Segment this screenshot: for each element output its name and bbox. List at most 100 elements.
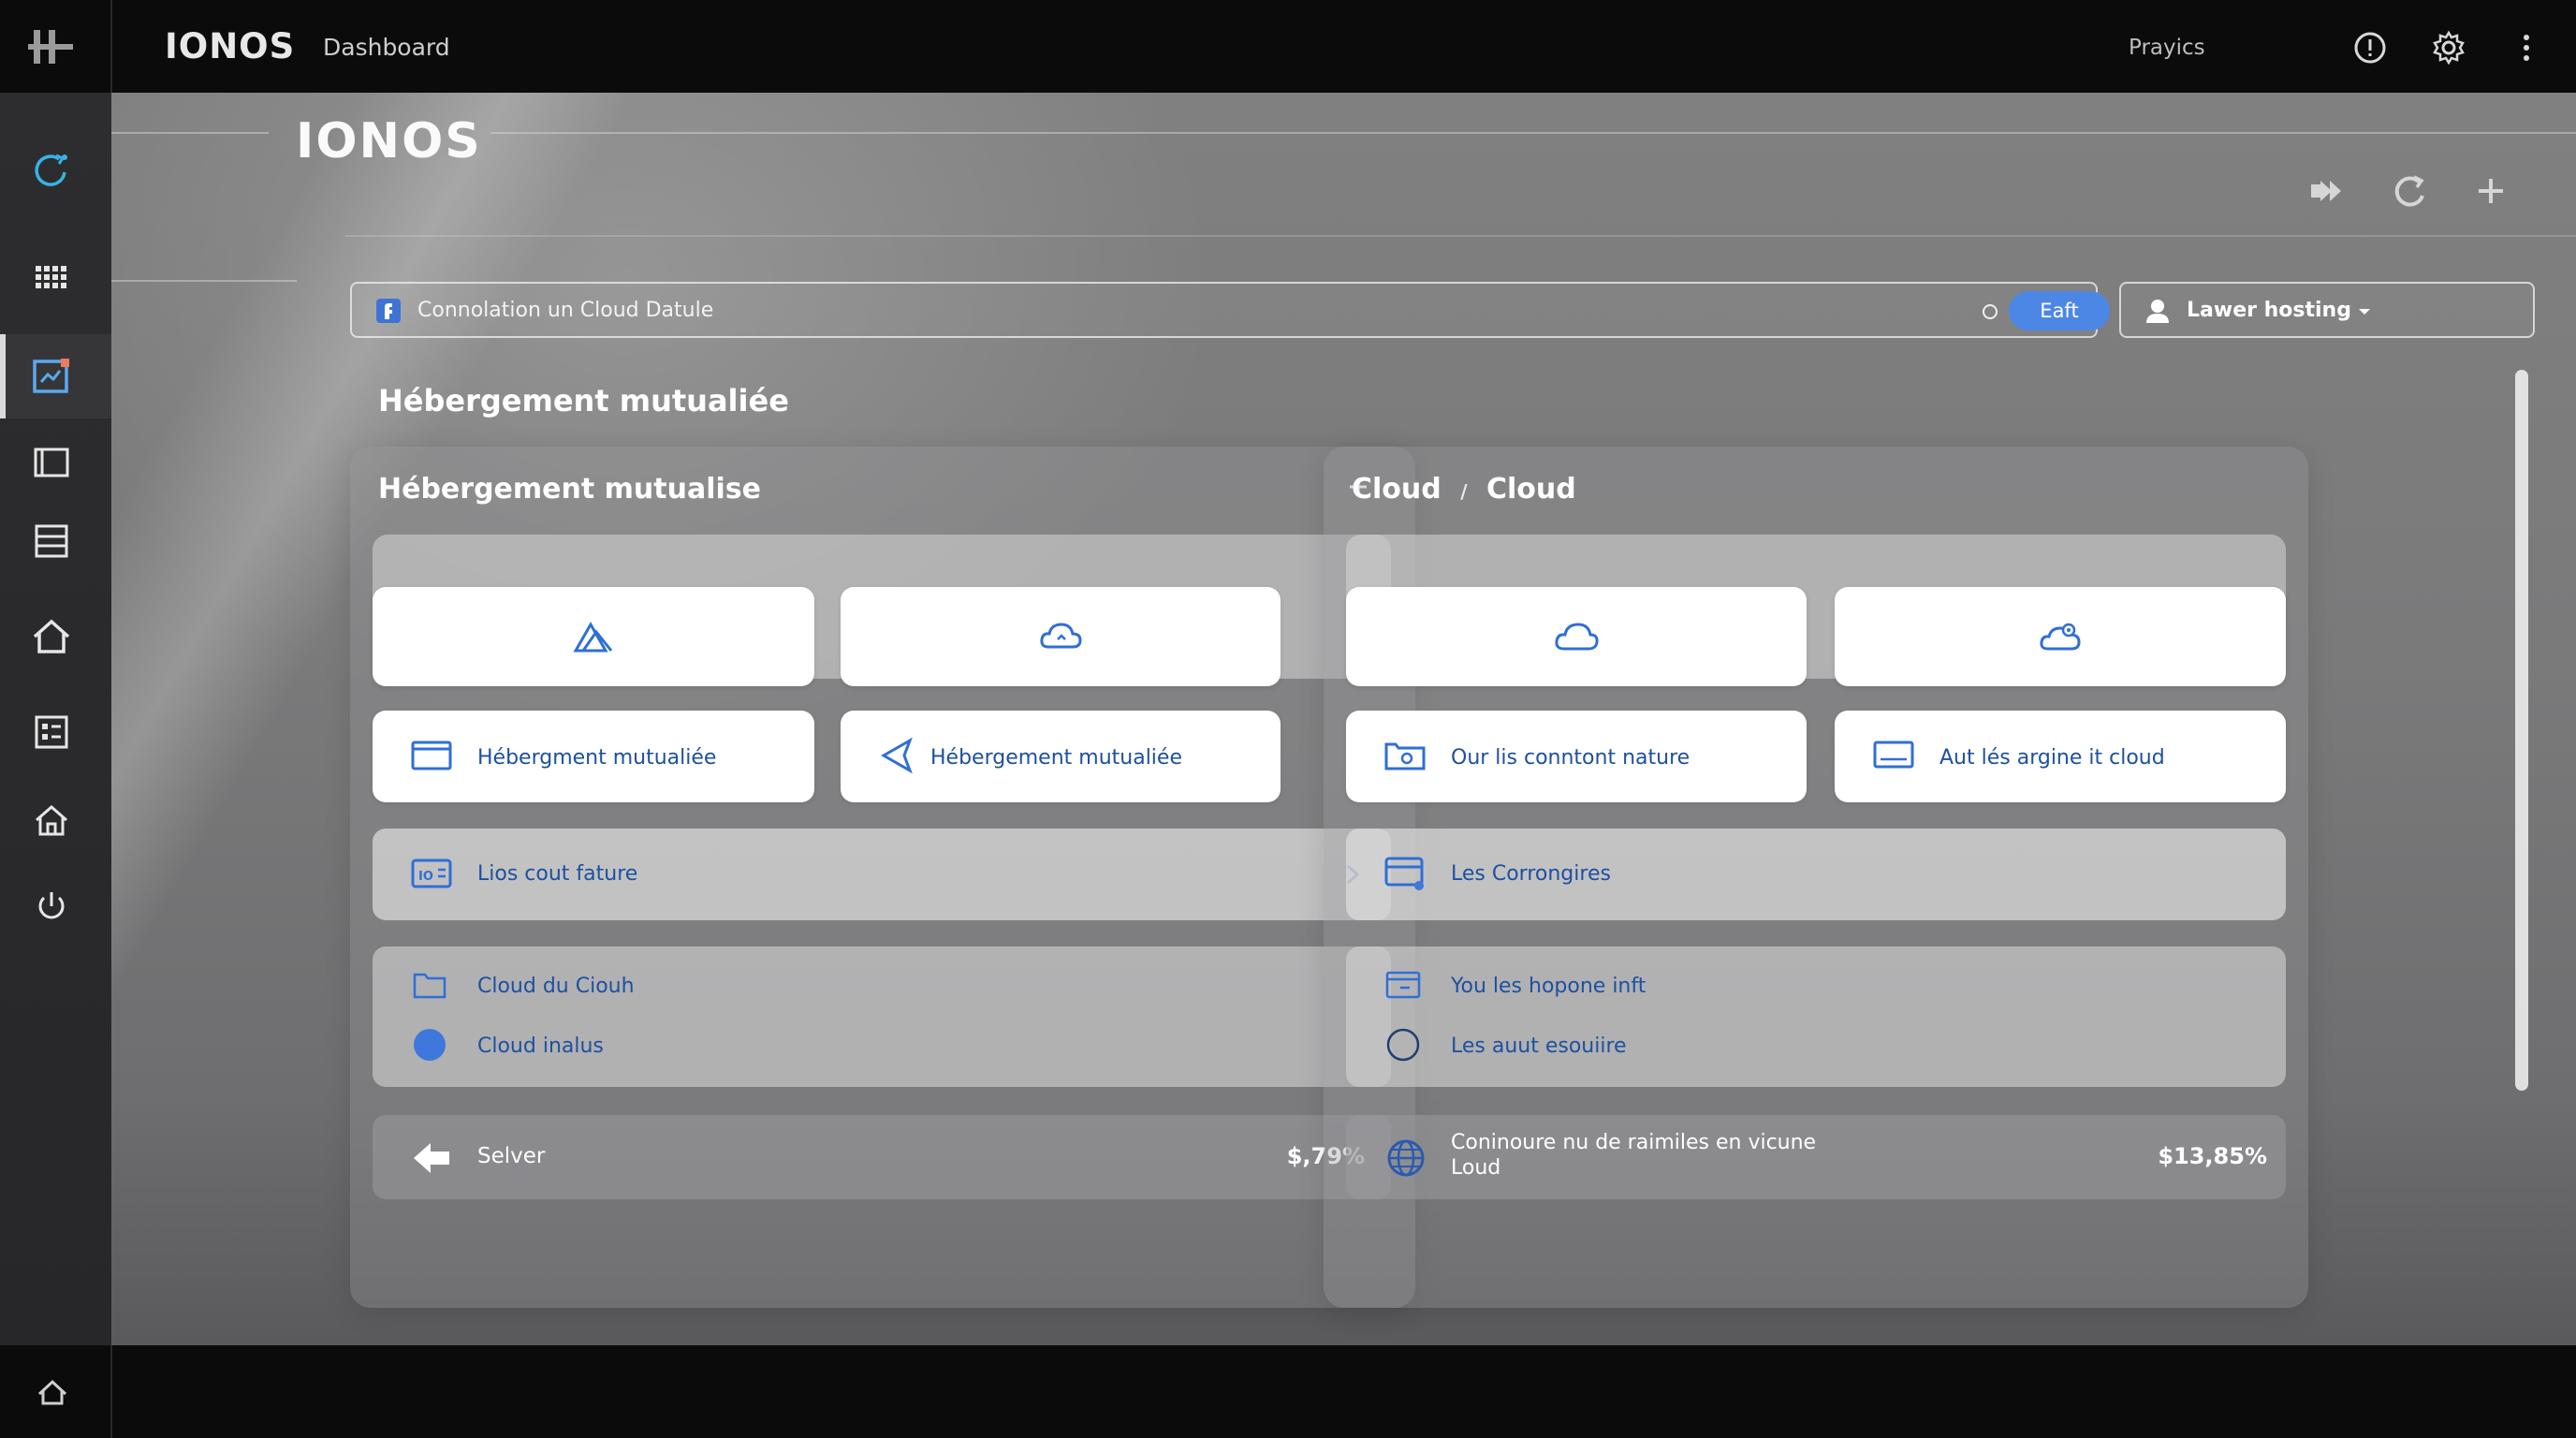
- dropdown-selected-value: Lawer hosting: [2187, 299, 2351, 322]
- arrow-left-icon: [414, 1143, 449, 1173]
- left-footer-row[interactable]: Selver $,79%: [373, 1115, 1391, 1199]
- top-brand: IONOS: [165, 26, 296, 66]
- left-list-item-1[interactable]: Cloud du Ciouh: [477, 975, 635, 998]
- right-row-card-2-label: Aut lés argine it cloud: [1939, 746, 2165, 770]
- left-list-box: Cloud du Ciouh Cloud inalus: [373, 946, 1391, 1087]
- sidebar-item-hosting[interactable]: [22, 347, 80, 405]
- header-rule-right: [490, 132, 2576, 134]
- panel-title-right-b[interactable]: Cloud: [1486, 473, 1576, 506]
- hosting-panel-icon: [33, 359, 69, 393]
- cloud-icon: [1555, 623, 1599, 651]
- right-list-item-2[interactable]: Les auut esouiire: [1451, 1034, 1627, 1058]
- main-content: IONOS Connolation un Cloud Datule Eaft L…: [111, 93, 2576, 1345]
- user-name[interactable]: Prayics: [2129, 36, 2205, 60]
- sidebar-item-sync[interactable]: [22, 141, 80, 199]
- mountain-icon: [573, 621, 613, 653]
- home-icon: [33, 619, 70, 653]
- sidebar-item-power[interactable]: [22, 877, 80, 935]
- left-wide-row-label: Lios cout fature: [477, 862, 638, 886]
- topbar-divider: [110, 0, 112, 93]
- home-icon[interactable]: [34, 1373, 71, 1411]
- more-vertical-icon[interactable]: [2509, 30, 2544, 66]
- power-icon: [38, 892, 65, 919]
- hosting-dropdown[interactable]: Lawer hosting: [2119, 282, 2535, 338]
- tile-cloud-left[interactable]: [841, 587, 1281, 686]
- user-icon: [2146, 300, 2169, 323]
- chevron-down-icon: [2359, 309, 2370, 315]
- header-rule-left: [111, 132, 269, 134]
- report-icon: [35, 715, 68, 749]
- subheader-rule-left: [111, 280, 297, 282]
- panel-shared-hosting: Hébergement mutualise Hébergment mutuali…: [350, 447, 1415, 1308]
- right-wide-row[interactable]: Les Corrongires: [1346, 829, 2286, 920]
- empty-circle-icon: [1386, 1028, 1420, 1062]
- left-row-card-1[interactable]: Hébergment mutualiée: [373, 711, 814, 802]
- section-title: Hébergement mutualiée: [378, 383, 789, 418]
- breadcrumb-dashboard[interactable]: Dashboard: [323, 34, 450, 61]
- top-bar: IONOS Dashboard Prayics: [0, 0, 2576, 93]
- bottombar-divider: [110, 1345, 112, 1438]
- refresh-icon[interactable]: [2390, 171, 2429, 211]
- status-dot-icon: [1983, 304, 1998, 319]
- film-icon: [34, 448, 69, 477]
- bookmark-square-icon: [376, 299, 401, 323]
- sidebar-item-apps[interactable]: [22, 250, 80, 308]
- right-footer-label-line-2: Loud: [1451, 1156, 1501, 1180]
- sidebar-item-home[interactable]: [22, 608, 80, 666]
- left-footer-label: Selver: [477, 1144, 546, 1168]
- house-icon: [36, 805, 67, 836]
- panel-title-right-a[interactable]: Cloud: [1352, 473, 1442, 506]
- right-list-box: You les hopone inft Les auut esouiire: [1346, 946, 2286, 1087]
- right-footer-row[interactable]: Coninoure nu de raimiles en vicune Loud …: [1346, 1115, 2286, 1199]
- filled-circle-icon: [414, 1029, 446, 1061]
- right-wide-row-label: Les Corrongires: [1451, 862, 1611, 886]
- tile-mountain[interactable]: [373, 587, 814, 686]
- search-input[interactable]: Connolation un Cloud Datule: [417, 299, 713, 322]
- cloud-sync-icon: [35, 154, 67, 186]
- right-footer-label: Coninoure nu de raimiles en vicune Loud: [1451, 1130, 1816, 1181]
- bottom-bar: [0, 1345, 2576, 1438]
- grid-icon: [36, 266, 66, 288]
- right-list-item-1[interactable]: You les hopone inft: [1451, 975, 1646, 998]
- panel-title-separator: /: [1460, 480, 1468, 503]
- vertical-scrollbar[interactable]: [2515, 370, 2528, 1091]
- panel-title-left: Hébergement mutualise: [378, 473, 761, 506]
- left-row-card-2[interactable]: Hébergement mutualiée: [841, 711, 1281, 802]
- tile-cloud-right-2[interactable]: [1835, 587, 2286, 686]
- sidebar-item-media[interactable]: [22, 433, 80, 492]
- cloud-icon: [1040, 623, 1082, 649]
- sidebar-item-reports[interactable]: [22, 703, 80, 761]
- tile-cloud-right-1[interactable]: [1346, 587, 1807, 686]
- card-badge-icon: [1384, 857, 1424, 890]
- right-row-card-1[interactable]: Our lis conntont nature: [1346, 711, 1807, 802]
- page-brand: IONOS: [296, 113, 482, 169]
- sidebar-active-indicator: [0, 334, 6, 418]
- card-reader-icon: [1385, 971, 1421, 999]
- right-row-card-2[interactable]: Aut lés argine it cloud: [1835, 711, 2286, 802]
- left-list-item-2[interactable]: Cloud inalus: [477, 1034, 604, 1058]
- panel-title-right: Cloud / Cloud: [1352, 473, 1576, 506]
- right-footer-label-line-1: Coninoure nu de raimiles en vicune: [1451, 1131, 1817, 1154]
- sidebar: [0, 93, 113, 1345]
- search-bar[interactable]: Connolation un Cloud Datule Eaft: [350, 282, 2110, 338]
- subheader-rule: [345, 235, 2576, 237]
- list-icon: [35, 524, 68, 558]
- panel-cloud: Cloud / Cloud Our lis conntont nature Au…: [1324, 447, 2308, 1308]
- left-row-card-1-label: Hébergment mutualiée: [477, 746, 717, 770]
- window-icon: [411, 741, 452, 770]
- gear-icon[interactable]: [2431, 30, 2466, 66]
- svg-text:IO: IO: [418, 870, 433, 884]
- sidebar-item-house[interactable]: [22, 791, 80, 849]
- right-footer-value: $13,85%: [2158, 1143, 2267, 1169]
- send-arrow-icon: [880, 737, 913, 774]
- left-wide-row[interactable]: IO Lios cout fature: [373, 829, 1391, 920]
- forward-icon[interactable]: [2307, 171, 2347, 211]
- folder-icon: [413, 973, 446, 999]
- app-logo-icon[interactable]: [28, 28, 73, 66]
- search-action-button[interactable]: Eaft: [2009, 291, 2110, 330]
- camera-folder-icon: [1384, 742, 1426, 770]
- add-icon[interactable]: [2471, 171, 2510, 211]
- sidebar-item-list[interactable]: [22, 512, 80, 570]
- globe-icon: [1387, 1139, 1425, 1177]
- info-icon[interactable]: [2352, 30, 2388, 66]
